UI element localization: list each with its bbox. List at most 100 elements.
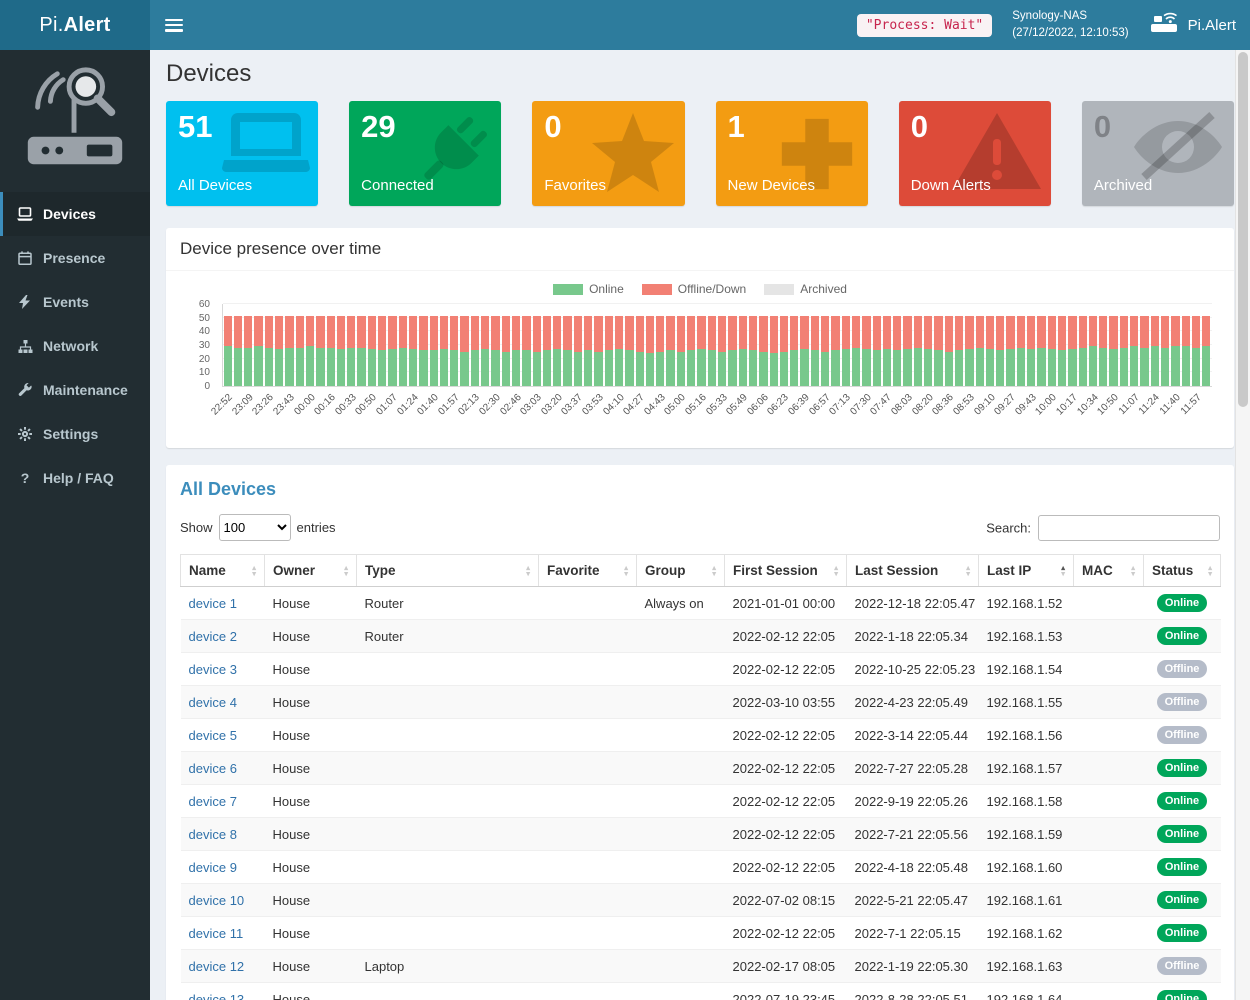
column-header-mac[interactable]: MAC▴▾ (1074, 555, 1144, 587)
device-last-session-cell: 2022-5-21 22:05.47 (847, 884, 979, 917)
device-favorite-cell (539, 587, 637, 620)
device-name-link[interactable]: device 3 (189, 662, 237, 677)
presence-bar (1089, 304, 1097, 386)
device-name-link[interactable]: device 7 (189, 794, 237, 809)
column-header-group[interactable]: Group▴▾ (637, 555, 725, 587)
brand-right[interactable]: Pi.Alert (1149, 11, 1236, 39)
pialert-router-logo-graphic (0, 50, 150, 192)
device-name-link[interactable]: device 13 (189, 992, 245, 1000)
column-header-last-session[interactable]: Last Session▴▾ (847, 555, 979, 587)
device-last-ip-cell: 192.168.1.58 (979, 785, 1074, 818)
column-header-type[interactable]: Type▴▾ (357, 555, 539, 587)
presence-bar (1130, 304, 1138, 386)
presence-bar (296, 304, 304, 386)
device-mac-cell (1074, 884, 1144, 917)
sidebar-item-settings[interactable]: Settings (0, 412, 150, 456)
sidebar-item-network[interactable]: Network (0, 324, 150, 368)
search-input[interactable] (1038, 515, 1220, 541)
card-value: 0 (1082, 101, 1234, 144)
device-status-cell: Online (1144, 917, 1221, 950)
device-name-link[interactable]: device 11 (189, 926, 244, 941)
sidebar-item-label: Devices (43, 206, 96, 222)
presence-bar (1017, 304, 1025, 386)
status-badge: Offline (1157, 660, 1207, 678)
column-header-owner[interactable]: Owner▴▾ (265, 555, 357, 587)
presence-bar (450, 304, 458, 386)
device-group-cell (637, 983, 725, 1000)
hamburger-menu-icon[interactable] (165, 19, 183, 32)
legend-item-archived[interactable]: Archived (764, 282, 847, 296)
column-header-name[interactable]: Name▴▾ (181, 555, 265, 587)
column-header-first-session[interactable]: First Session▴▾ (725, 555, 847, 587)
presence-bar (986, 304, 994, 386)
presence-bar (945, 304, 953, 386)
sidebar-item-events[interactable]: Events (0, 280, 150, 324)
sidebar-item-help-faq[interactable]: ? Help / FAQ (0, 456, 150, 500)
device-name-link[interactable]: device 10 (189, 893, 245, 908)
card-favorites[interactable]: 0 Favorites (532, 101, 684, 206)
device-name-link[interactable]: device 2 (189, 629, 237, 644)
table-row: device 6 House 2022-02-12 22:05 2022-7-2… (181, 752, 1221, 785)
table-row: device 10 House 2022-07-02 08:15 2022-5-… (181, 884, 1221, 917)
table-header-row: Name▴▾ Owner▴▾ Type▴▾ Favorite▴▾ Group▴▾… (181, 555, 1221, 587)
device-owner-cell: House (265, 587, 357, 620)
vertical-scrollbar[interactable] (1235, 50, 1250, 1000)
device-mac-cell (1074, 686, 1144, 719)
presence-bar (254, 304, 262, 386)
device-type-cell (357, 983, 539, 1000)
card-down-alerts[interactable]: 0 Down Alerts (899, 101, 1051, 206)
column-header-last-ip[interactable]: Last IP▴▾ (979, 555, 1074, 587)
device-first-session-cell: 2022-02-17 08:05 (725, 950, 847, 983)
device-favorite-cell (539, 620, 637, 653)
device-name-link[interactable]: device 5 (189, 728, 237, 743)
device-last-ip-cell: 192.168.1.57 (979, 752, 1074, 785)
device-first-session-cell: 2022-02-12 22:05 (725, 653, 847, 686)
device-last-session-cell: 2022-10-25 22:05.23 (847, 653, 979, 686)
device-last-ip-cell: 192.168.1.62 (979, 917, 1074, 950)
app-logo[interactable]: Pi.Alert (0, 0, 150, 50)
presence-bar (1027, 304, 1035, 386)
card-label: Favorites (544, 177, 606, 194)
column-header-status[interactable]: Status▴▾ (1144, 555, 1221, 587)
nas-info: Synology-NAS (27/12/2022, 12:10:53) (1012, 8, 1128, 41)
legend-item-offline[interactable]: Offline/Down (642, 282, 746, 296)
card-new-devices[interactable]: 1 New Devices (716, 101, 868, 206)
device-name-link[interactable]: device 6 (189, 761, 237, 776)
sidebar-item-maintenance[interactable]: Maintenance (0, 368, 150, 412)
device-favorite-cell (539, 983, 637, 1000)
card-archived[interactable]: 0 Archived (1082, 101, 1234, 206)
device-name-cell: device 6 (181, 752, 265, 785)
status-badge: Online (1157, 627, 1207, 645)
legend-item-online[interactable]: Online (553, 282, 624, 296)
scrollbar-thumb[interactable] (1238, 52, 1248, 407)
device-name-link[interactable]: device 12 (189, 959, 245, 974)
card-value: 0 (899, 101, 1051, 144)
sidebar-item-presence[interactable]: Presence (0, 236, 150, 280)
presence-bar (965, 304, 973, 386)
device-owner-cell: House (265, 653, 357, 686)
device-name-link[interactable]: device 1 (189, 596, 237, 611)
device-name-link[interactable]: device 9 (189, 860, 237, 875)
y-tick-label: 50 (199, 313, 210, 324)
device-last-ip-cell: 192.168.1.60 (979, 851, 1074, 884)
device-type-cell: Laptop (357, 950, 539, 983)
bolt-icon (15, 295, 35, 309)
device-name-link[interactable]: device 8 (189, 827, 237, 842)
device-last-ip-cell: 192.168.1.64 (979, 983, 1074, 1000)
presence-bar (811, 304, 819, 386)
entries-select[interactable]: 100 (219, 514, 291, 541)
presence-bar (677, 304, 685, 386)
presence-bar (491, 304, 499, 386)
presence-bar (996, 304, 1004, 386)
card-connected[interactable]: 29 Connected (349, 101, 501, 206)
sidebar-item-label: Network (43, 338, 98, 354)
sidebar-item-devices[interactable]: Devices (0, 192, 150, 236)
y-tick-label: 40 (199, 326, 210, 337)
device-first-session-cell: 2021-01-01 00:00 (725, 587, 847, 620)
device-mac-cell (1074, 587, 1144, 620)
column-header-favorite[interactable]: Favorite▴▾ (539, 555, 637, 587)
archived-swatch (764, 284, 794, 295)
presence-bar (347, 304, 355, 386)
device-name-link[interactable]: device 4 (189, 695, 237, 710)
card-all-devices[interactable]: 51 All Devices (166, 101, 318, 206)
